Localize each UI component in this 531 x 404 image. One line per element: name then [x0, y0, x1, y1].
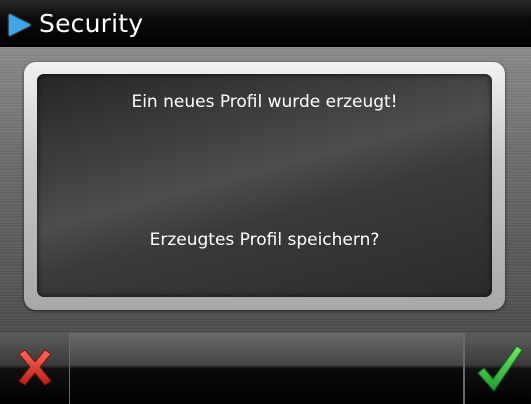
page-title: Security [39, 9, 144, 38]
dialog-message: Ein neues Profil wurde erzeugt! [131, 92, 398, 112]
dialog-question: Erzeugtes Profil speichern? [149, 230, 380, 250]
cancel-button[interactable] [0, 333, 70, 404]
screen: Security Ein neues Profil wurde erzeugt!… [0, 0, 531, 404]
toolbar-spacer [70, 333, 464, 404]
title-bar: Security [0, 0, 531, 47]
red-x-icon [18, 349, 52, 386]
bottom-bar [0, 333, 531, 404]
play-arrow-icon [9, 14, 31, 36]
dialog-box: Ein neues Profil wurde erzeugt! Erzeugte… [37, 74, 492, 297]
confirm-button[interactable] [464, 333, 531, 404]
green-checkmark-icon [477, 345, 523, 392]
